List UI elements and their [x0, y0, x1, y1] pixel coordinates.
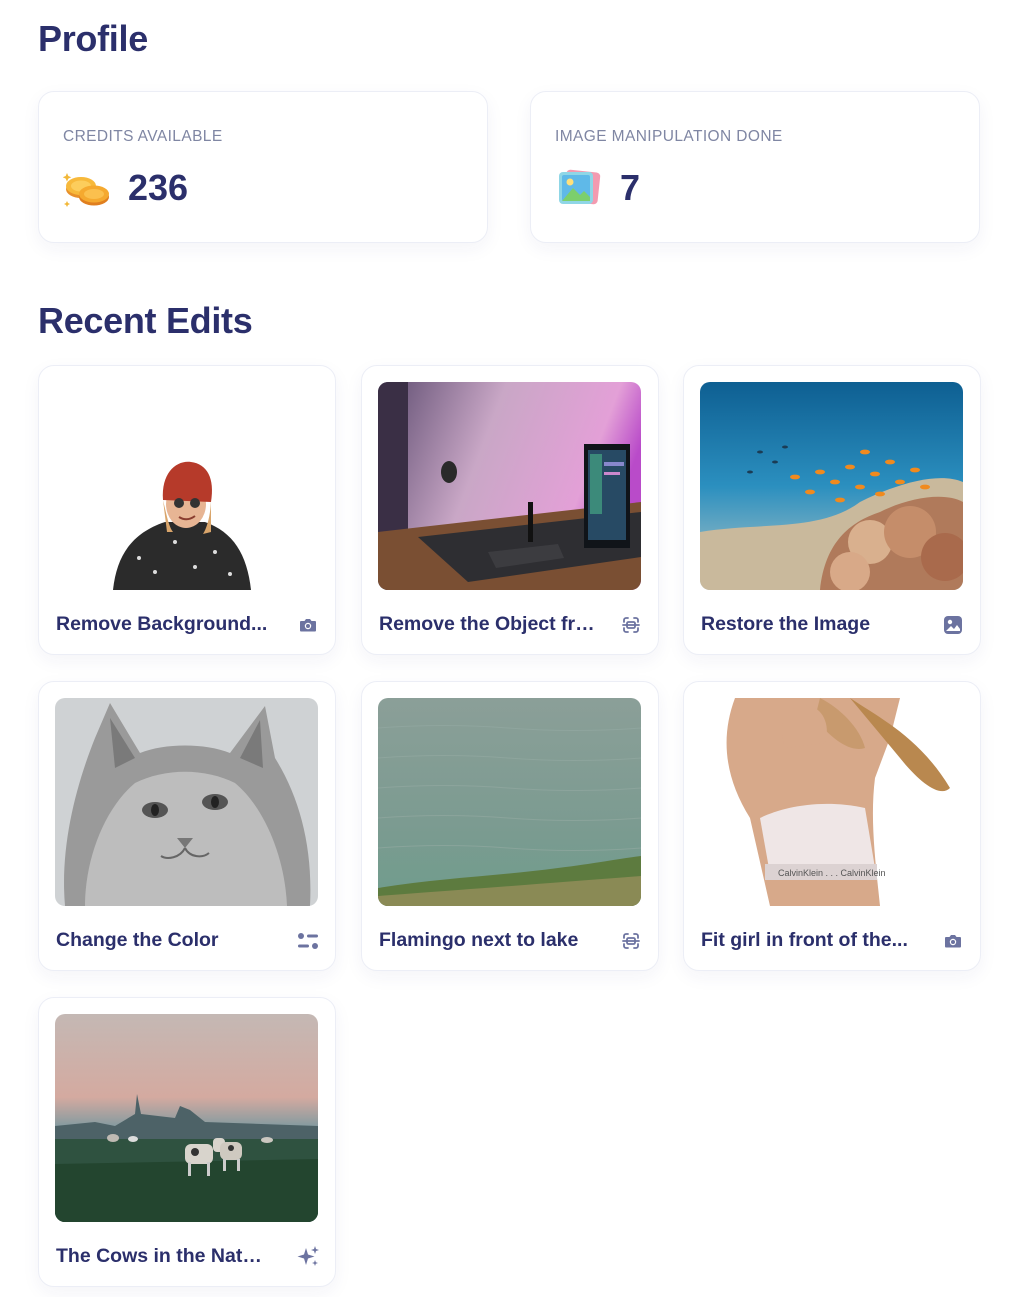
- page-title: Profile: [38, 18, 148, 59]
- edit-thumbnail[interactable]: CalvinKlein . . . CalvinKlein: [700, 698, 963, 906]
- recent-edits-heading: Recent Edits: [38, 300, 253, 341]
- svg-text:CalvinKlein . . . CalvinKlein: CalvinKlein . . . CalvinKlein: [778, 868, 886, 878]
- scan-object-icon[interactable]: [618, 928, 644, 954]
- edit-card[interactable]: Flamingo next to lake: [361, 681, 659, 971]
- image-gallery-icon: [555, 167, 605, 209]
- credits-label: CREDITS AVAILABLE: [63, 128, 223, 145]
- edit-card[interactable]: Remove Background...: [38, 365, 336, 655]
- edit-card[interactable]: Remove the Object fro...: [361, 365, 659, 655]
- edit-thumbnail[interactable]: [378, 698, 641, 906]
- edit-title: The Cows in the Nature: [56, 1245, 272, 1267]
- manipulations-value: 7: [620, 167, 641, 208]
- edit-title: Remove Background...: [56, 613, 268, 635]
- edit-thumbnail[interactable]: [378, 382, 641, 590]
- edit-card[interactable]: Change the Color: [38, 681, 336, 971]
- scan-object-icon[interactable]: [618, 612, 644, 638]
- edit-card[interactable]: Restore the Image: [683, 365, 981, 655]
- sliders-icon[interactable]: [295, 928, 321, 954]
- edit-thumbnail[interactable]: [55, 698, 318, 906]
- edit-thumbnail[interactable]: [55, 382, 318, 590]
- manipulations-label: IMAGE MANIPULATION DONE: [555, 128, 783, 145]
- coins-icon: [63, 167, 113, 209]
- camera-icon[interactable]: [295, 612, 321, 638]
- edit-thumbnail[interactable]: [700, 382, 963, 590]
- manipulations-card: IMAGE MANIPULATION DONE 7: [530, 91, 980, 243]
- image-icon[interactable]: [940, 612, 966, 638]
- credits-card: CREDITS AVAILABLE 236: [38, 91, 488, 243]
- edit-title: Change the Color: [56, 929, 219, 951]
- credits-value: 236: [128, 167, 189, 208]
- edit-title: Fit girl in front of the...: [701, 929, 908, 951]
- edit-thumbnail[interactable]: [55, 1014, 318, 1222]
- edit-title: Flamingo next to lake: [379, 929, 579, 951]
- edit-title: Remove the Object fro...: [379, 613, 595, 635]
- edit-title: Restore the Image: [701, 613, 871, 635]
- sparkles-icon[interactable]: [295, 1244, 321, 1270]
- edit-card[interactable]: CalvinKlein . . . CalvinKlein Fit girl i…: [683, 681, 981, 971]
- camera-icon[interactable]: [940, 928, 966, 954]
- edit-card[interactable]: The Cows in the Nature: [38, 997, 336, 1287]
